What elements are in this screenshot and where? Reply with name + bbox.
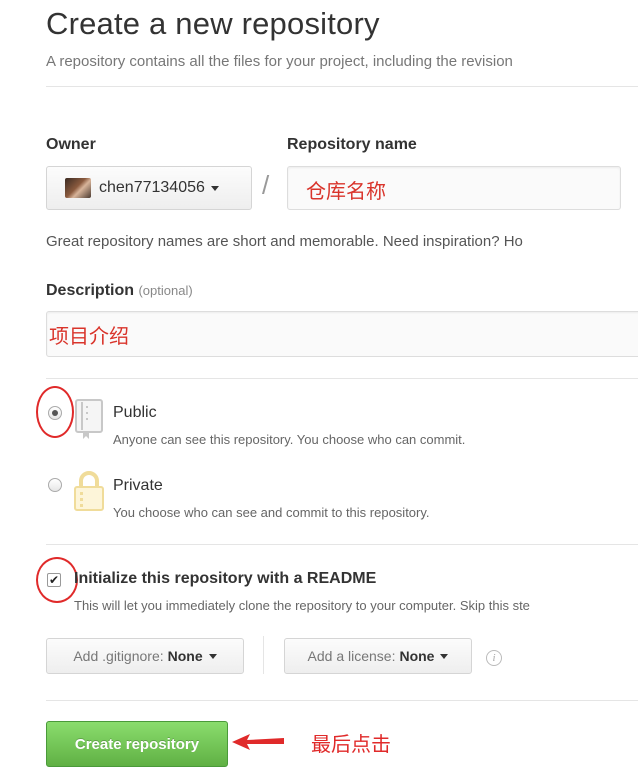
private-title: Private bbox=[113, 477, 163, 494]
divider bbox=[46, 86, 638, 87]
license-value: None bbox=[399, 648, 435, 664]
chevron-down-icon bbox=[440, 653, 449, 659]
create-repository-button[interactable]: Create repository bbox=[46, 721, 228, 767]
repository-name-label: Repository name bbox=[287, 136, 417, 153]
license-dropdown[interactable]: Add a license: None bbox=[284, 638, 472, 674]
owner-value: chen77134056 bbox=[99, 179, 205, 196]
page-subtitle: A repository contains all the files for … bbox=[46, 53, 513, 70]
public-title: Public bbox=[113, 404, 157, 421]
repository-name-input[interactable]: 仓库名称 bbox=[287, 166, 621, 210]
gitignore-value: None bbox=[167, 648, 203, 664]
owner-repo-separator: / bbox=[262, 170, 270, 200]
annotation-text: 最后点击 bbox=[311, 734, 391, 756]
description-input[interactable]: 项目介绍 bbox=[46, 311, 638, 357]
license-prefix: Add a license: bbox=[307, 648, 396, 664]
divider bbox=[263, 636, 264, 674]
divider bbox=[46, 378, 638, 379]
divider bbox=[46, 544, 638, 545]
repository-name-hint: Great repository names are short and mem… bbox=[46, 233, 523, 250]
avatar bbox=[65, 178, 91, 198]
lock-icon bbox=[74, 471, 104, 511]
repo-book-icon bbox=[75, 399, 103, 439]
owner-dropdown[interactable]: chen77134056 bbox=[46, 166, 252, 210]
page-title: Create a new repository bbox=[46, 6, 380, 41]
arrow-left-icon bbox=[232, 734, 284, 750]
description-label-text: Description bbox=[46, 282, 135, 299]
gitignore-prefix: Add .gitignore: bbox=[73, 648, 164, 664]
private-radio[interactable] bbox=[48, 478, 62, 492]
description-label: Description (optional) bbox=[46, 282, 193, 300]
repository-name-value: 仓库名称 bbox=[306, 181, 386, 203]
owner-label: Owner bbox=[46, 136, 96, 153]
gitignore-dropdown[interactable]: Add .gitignore: None bbox=[46, 638, 244, 674]
highlight-circle bbox=[36, 557, 78, 603]
description-value: 项目介绍 bbox=[49, 326, 129, 348]
info-icon[interactable]: i bbox=[486, 650, 502, 666]
init-readme-label[interactable]: Initialize this repository with a README bbox=[74, 570, 376, 588]
public-subtitle: Anyone can see this repository. You choo… bbox=[113, 432, 466, 447]
chevron-down-icon bbox=[208, 653, 217, 659]
description-optional-text: (optional) bbox=[138, 283, 193, 298]
private-subtitle: You choose who can see and commit to thi… bbox=[113, 505, 430, 520]
divider bbox=[46, 700, 638, 701]
highlight-circle bbox=[36, 386, 74, 438]
chevron-down-icon bbox=[210, 185, 219, 191]
init-readme-subtitle: This will let you immediately clone the … bbox=[74, 598, 530, 613]
